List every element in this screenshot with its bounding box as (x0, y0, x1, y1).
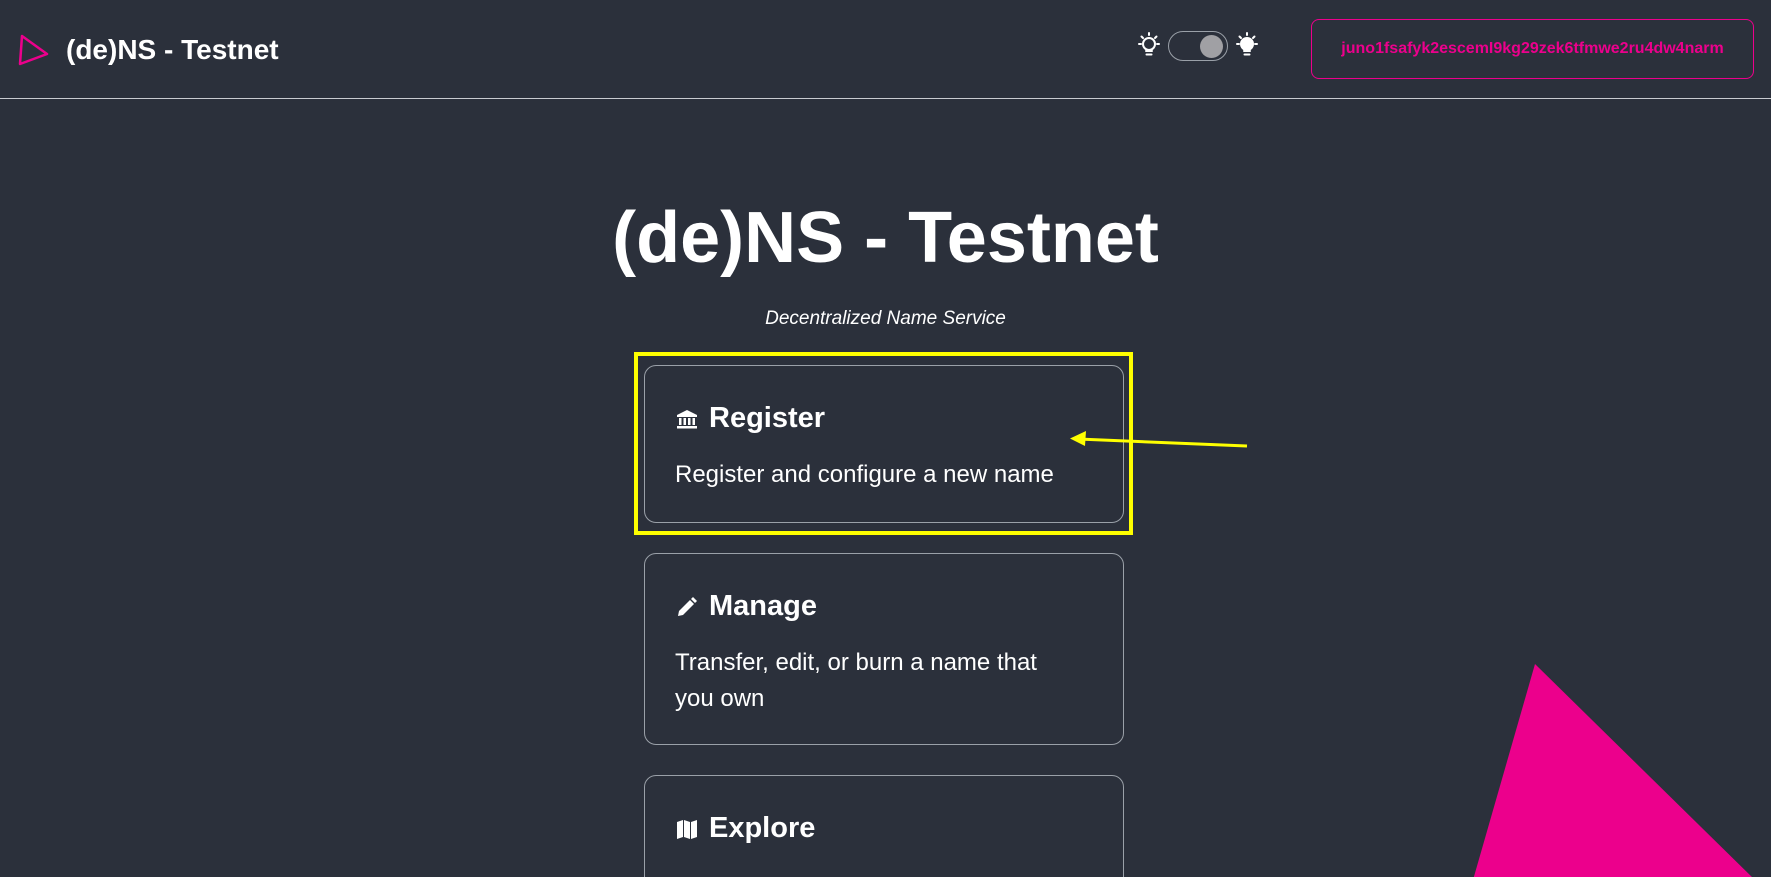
switch-knob (1200, 35, 1223, 58)
page-subtitle: Decentralized Name Service (765, 308, 1006, 329)
register-card-title: Register (709, 402, 826, 434)
register-card-description: Register and configure a new name (675, 461, 1054, 488)
decorative-triangle (1473, 664, 1752, 877)
wallet-address-button[interactable]: juno1fsafyk2escemI9kg29zek6tfmwe2ru4dw4n… (1311, 19, 1754, 79)
bank-icon (677, 409, 697, 428)
lightbulb-outline-icon (1138, 32, 1160, 56)
lightbulb-filled-icon (1236, 32, 1258, 56)
explore-card-title: Explore (709, 812, 816, 844)
annotation-arrow-icon (1070, 431, 1248, 448)
page-title: (de)NS - Testnet (612, 198, 1159, 278)
top-navbar: (de)NS - Testnet juno1fsafyk2escemI9kg29… (0, 0, 1771, 99)
brand-name: (de)NS - Testnet (66, 34, 279, 65)
theme-switch[interactable] (1168, 31, 1228, 61)
theme-toggle[interactable] (1136, 31, 1260, 61)
card-header: Register (675, 402, 1093, 435)
manage-card-description: Transfer, edit, or burn a name that you … (675, 649, 1037, 712)
brand[interactable]: (de)NS - Testnet (18, 28, 279, 72)
triangle-logo-icon (18, 34, 49, 66)
explore-card[interactable]: Explore (644, 775, 1124, 877)
map-icon (677, 819, 697, 839)
app-page: (de)NS - Testnet juno1fsafyk2escemI9kg29… (0, 0, 1771, 877)
card-header: Explore (675, 812, 1093, 845)
manage-card-title: Manage (709, 590, 817, 622)
pencil-icon (678, 596, 697, 616)
manage-card[interactable]: Manage Transfer, edit, or burn a name th… (644, 553, 1124, 745)
register-card[interactable]: Register Register and configure a new na… (644, 365, 1124, 523)
card-header: Manage (675, 590, 1093, 623)
